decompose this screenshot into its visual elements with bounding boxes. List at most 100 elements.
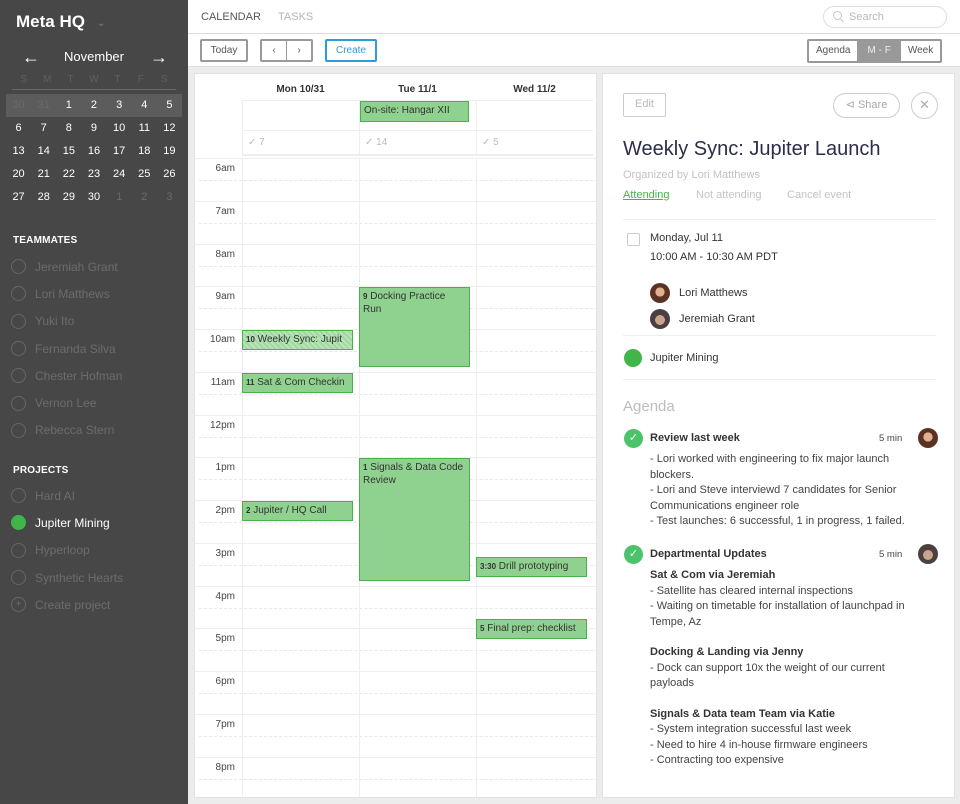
mini-calendar-weeks: 30 31 1 2 3 4 5 6 7 8 9 10 11 12 13 14 15 16 17 18 19 20 21 22 2…	[6, 94, 182, 209]
calendar-day[interactable]: 31	[31, 94, 56, 117]
calendar-day[interactable]: 30	[6, 94, 31, 117]
calendar-day[interactable]: 27	[6, 186, 31, 209]
calendar-day[interactable]: 14	[31, 140, 56, 163]
divider	[623, 335, 936, 336]
calendar-day[interactable]: 26	[157, 163, 182, 186]
project-item[interactable]: Hard AI	[11, 482, 123, 509]
calendar-day[interactable]: 1	[56, 94, 81, 117]
calendar-day[interactable]: 10	[107, 117, 132, 140]
calendar-day[interactable]: 13	[6, 140, 31, 163]
calendar-day[interactable]: 5	[157, 94, 182, 117]
attendee-name: Jeremiah Grant	[679, 313, 755, 325]
calendar-day[interactable]: 24	[107, 163, 132, 186]
calendar-event[interactable]: 9 Docking Practice Run	[359, 287, 470, 368]
event-time: 3:30	[480, 561, 497, 571]
calendar-day[interactable]: 3	[157, 186, 182, 209]
calendar-day[interactable]: 16	[81, 140, 106, 163]
teammate-name: Fernanda Silva	[35, 341, 116, 356]
calendar-day[interactable]: 18	[132, 140, 157, 163]
circle-icon	[11, 313, 26, 329]
rsvp-attending[interactable]: Attending	[623, 189, 669, 201]
calendar-day[interactable]: 15	[56, 140, 81, 163]
teammate-item[interactable]: Fernanda Silva	[11, 335, 122, 362]
calendar-event[interactable]: 3:30 Drill prototyping	[476, 556, 587, 577]
teammates-heading: TEAMMATES	[13, 235, 78, 246]
avatar	[650, 309, 670, 329]
teammate-item[interactable]: Yuki Ito	[11, 308, 122, 335]
calendar-day[interactable]: 22	[56, 163, 81, 186]
tab-tasks[interactable]: TASKS	[278, 11, 313, 23]
create-project-button[interactable]: + Create project	[11, 591, 123, 618]
calendar-day[interactable]: 20	[6, 163, 31, 186]
next-button[interactable]: ›	[286, 39, 313, 62]
calendar-day[interactable]: 2	[81, 94, 106, 117]
calendar-day[interactable]: 30	[81, 186, 106, 209]
check-circle-icon[interactable]: ✓	[624, 429, 643, 448]
teammate-item[interactable]: Jeremiah Grant	[11, 253, 122, 280]
teammate-name: Jeremiah Grant	[35, 259, 118, 274]
cancel-event-link[interactable]: Cancel event	[787, 189, 851, 201]
project-item[interactable]: Hyperloop	[11, 537, 123, 564]
calendar-day[interactable]: 29	[56, 186, 81, 209]
agenda-subheading: Docking & Landing via Jenny	[650, 646, 804, 658]
calendar-day[interactable]: 2	[132, 186, 157, 209]
calendar-day[interactable]: 11	[132, 117, 157, 140]
check-icon: ✓	[248, 137, 257, 148]
calendar-day[interactable]: 28	[31, 186, 56, 209]
calendar-day[interactable]: 19	[157, 140, 182, 163]
create-button[interactable]: Create	[325, 39, 377, 62]
today-button[interactable]: Today	[200, 39, 248, 62]
task-count[interactable]: ✓ 5	[482, 137, 499, 148]
task-count[interactable]: ✓ 14	[365, 137, 387, 148]
project-color-dot	[11, 515, 26, 531]
weekday-label: M	[42, 74, 52, 85]
teammate-item[interactable]: Chester Hofman	[11, 362, 122, 389]
org-switcher[interactable]: Meta HQ ⌄	[16, 12, 105, 32]
calendar-day[interactable]: 1	[107, 186, 132, 209]
search-input[interactable]: Search	[823, 6, 947, 28]
avatar	[918, 428, 938, 448]
calendar-day[interactable]: 9	[81, 117, 106, 140]
project-item[interactable]: Synthetic Hearts	[11, 564, 123, 591]
edit-button[interactable]: Edit	[623, 93, 666, 117]
agenda-note-line: - Test launches: 6 successful, 1 in prog…	[650, 515, 905, 527]
calendar-event[interactable]: 5 Final prep: checklist	[476, 618, 587, 639]
calendar-day[interactable]: 17	[107, 140, 132, 163]
view-option[interactable]: Agenda	[809, 41, 857, 61]
calendar-day[interactable]: 25	[132, 163, 157, 186]
date-checkbox[interactable]	[627, 233, 640, 246]
project-item[interactable]: Jupiter Mining	[11, 509, 123, 536]
check-circle-icon[interactable]: ✓	[624, 545, 643, 564]
calendar-day[interactable]: 4	[132, 94, 157, 117]
close-button[interactable]: ✕	[911, 92, 938, 119]
tab-calendar[interactable]: CALENDAR	[201, 11, 261, 23]
teammate-name: Lori Matthews	[35, 286, 110, 301]
calendar-event[interactable]: 10 Weekly Sync: Jupit	[242, 330, 353, 351]
share-button[interactable]: ⊲ Share	[833, 93, 900, 118]
view-switcher: Agenda M - F Week	[807, 39, 943, 63]
teammate-item[interactable]: Vernon Lee	[11, 389, 122, 416]
calendar-day[interactable]: 21	[31, 163, 56, 186]
teammate-item[interactable]: Lori Matthews	[11, 280, 122, 307]
all-day-event[interactable]: On-site: Hangar XII	[360, 101, 469, 122]
prev-button[interactable]: ‹	[260, 39, 287, 62]
teammate-name: Vernon Lee	[35, 396, 97, 411]
calendar-event[interactable]: 2 Jupiter / HQ Call	[242, 501, 353, 522]
calendar-event[interactable]: 1 Signals & Data Code Review	[359, 458, 470, 582]
calendar-day[interactable]: 23	[81, 163, 106, 186]
teammate-item[interactable]: Rebecca Stern	[11, 417, 122, 444]
hour-label: 7pm	[215, 718, 235, 730]
calendar-day[interactable]: 12	[157, 117, 182, 140]
task-count[interactable]: ✓ 7	[248, 137, 265, 148]
calendar-day[interactable]: 8	[56, 117, 81, 140]
view-option[interactable]: Week	[901, 41, 940, 61]
calendar-day[interactable]: 6	[6, 117, 31, 140]
arrow-right-icon[interactable]: →	[150, 47, 168, 67]
view-option[interactable]: M - F	[857, 41, 901, 61]
agenda-note-line: - Contracting too expensive	[650, 754, 784, 766]
calendar-day[interactable]: 3	[107, 94, 132, 117]
calendar-day[interactable]: 7	[31, 117, 56, 140]
rsvp-not-attending[interactable]: Not attending	[696, 189, 761, 201]
calendar-event[interactable]: 11 Sat & Com Checkin	[242, 372, 353, 394]
event-title: Signals & Data Code Review	[363, 462, 464, 487]
